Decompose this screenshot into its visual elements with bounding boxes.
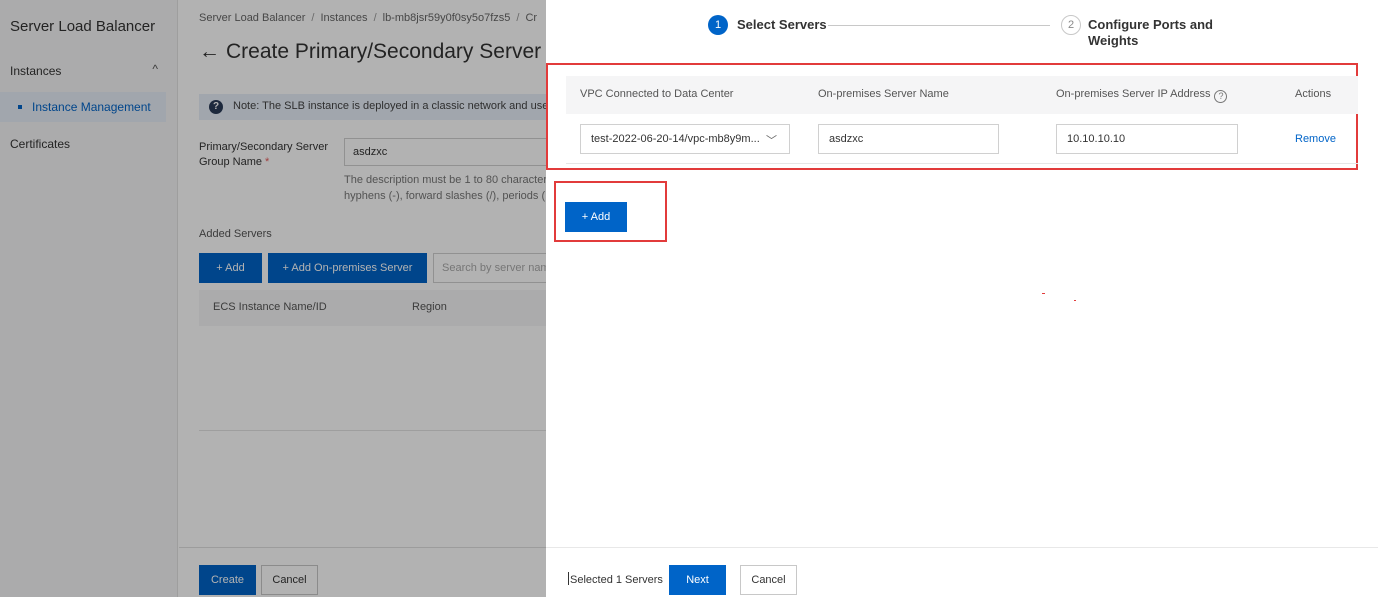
stepper: 1 Select Servers 2 Configure Ports and W… [546,0,1378,60]
server-name-input[interactable]: asdzxc [818,124,999,154]
step-2-number: 2 [1061,15,1081,35]
artifact-mark [1074,300,1076,301]
select-servers-drawer: 1 Select Servers 2 Configure Ports and W… [546,0,1378,597]
drawer-cancel-button[interactable]: Cancel [740,565,797,595]
table-row: test-2022-06-20-14/vpc-mb8y9m... ﹀ asdzx… [566,114,1358,164]
selected-count: Selected 1 Servers [568,572,663,586]
column-header-actions: Actions [1295,88,1332,100]
text-caret [568,572,569,585]
step-connector [828,25,1050,26]
modal-overlay[interactable] [0,0,546,597]
server-ip-input[interactable]: 10.10.10.10 [1056,124,1238,154]
artifact-mark [1042,293,1045,294]
step-1-number: 1 [708,15,728,35]
onprem-table-header: VPC Connected to Data Center On-premises… [566,76,1358,114]
column-header-ip: On-premises Server IP Address? [1056,88,1228,103]
chevron-down-icon: ﹀ [766,135,777,147]
step-2-label: Configure Ports and Weights [1088,17,1213,48]
step-1-label: Select Servers [737,17,827,32]
help-icon[interactable]: ? [1214,90,1228,103]
vpc-select[interactable]: test-2022-06-20-14/vpc-mb8y9m... ﹀ [580,124,790,154]
column-header-name: On-premises Server Name [818,88,949,100]
remove-link[interactable]: Remove [1295,133,1336,145]
add-row-button[interactable]: + Add [565,202,627,232]
column-header-vpc: VPC Connected to Data Center [580,88,734,100]
next-button[interactable]: Next [669,565,726,595]
